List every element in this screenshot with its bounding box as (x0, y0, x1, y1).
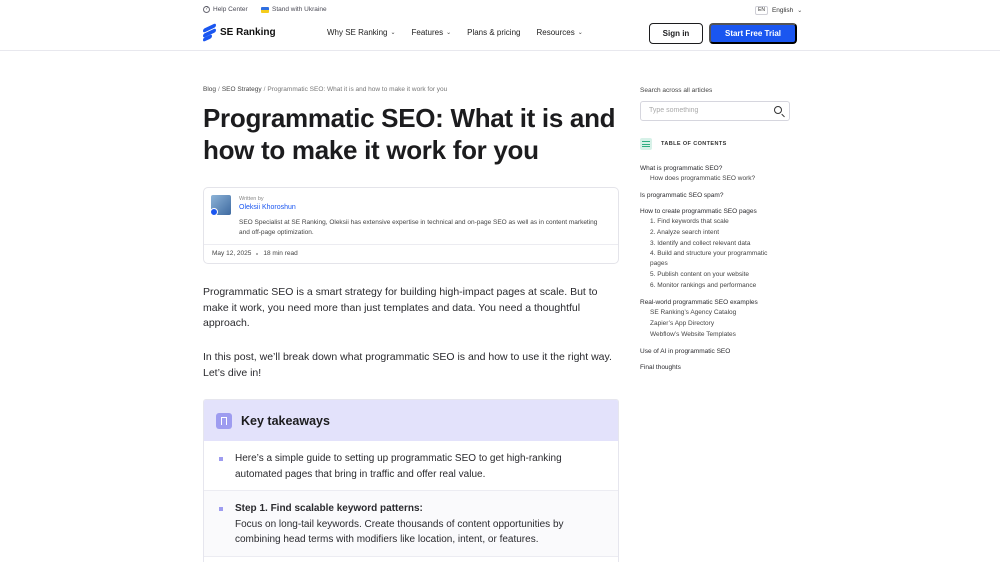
key-takeaways-box: Key takeaways Here’s a simple guide to s… (203, 399, 619, 562)
main-header: SE Ranking Why SE Ranking ⌄ Features ⌄ P… (0, 22, 1000, 51)
takeaway-item: Step 1. Find scalable keyword patterns: … (204, 491, 618, 557)
search-input[interactable] (649, 107, 769, 114)
takeaway-step-title: Step 1. Find scalable keyword patterns: (235, 503, 423, 514)
toc-subitem[interactable]: 2. Analyze search intent (640, 227, 795, 238)
chevron-down-icon: ⌄ (446, 30, 452, 36)
toc-subitem[interactable]: How does programmatic SEO work? (640, 173, 795, 184)
chevron-down-icon: ⌄ (577, 30, 583, 36)
nav-resources[interactable]: Resources ⌄ (536, 28, 582, 37)
nav-label: Plans & pricing (467, 28, 521, 37)
breadcrumb-category[interactable]: SEO Strategy (222, 86, 262, 93)
written-by-label: Written by (239, 196, 264, 202)
publish-date: May 12, 2025 (212, 250, 252, 257)
toc-header: TABLE OF CONTENTS (640, 138, 727, 150)
toc-subitem[interactable]: Webflow’s Website Templates (640, 329, 795, 340)
help-center-label: Help Center (213, 6, 248, 13)
nav-why-se-ranking[interactable]: Why SE Ranking ⌄ (327, 28, 396, 37)
author-bio: SEO Specialist at SE Ranking, Oleksii ha… (239, 219, 598, 236)
main-nav: Why SE Ranking ⌄ Features ⌄ Plans & pric… (327, 28, 583, 37)
help-icon: ? (203, 6, 210, 13)
toc-title: TABLE OF CONTENTS (661, 141, 727, 147)
stand-with-ukraine-link[interactable]: Stand with Ukraine (261, 6, 327, 13)
start-free-trial-button[interactable]: Start Free Trial (709, 23, 797, 44)
logo[interactable]: SE Ranking (203, 22, 276, 43)
toc-subitem[interactable]: Zapier’s App Directory (640, 318, 795, 329)
divider (204, 244, 618, 245)
toc-subitem[interactable]: 3. Identify and collect relevant data (640, 238, 795, 249)
nav-label: Why SE Ranking (327, 28, 388, 37)
toc-item[interactable]: How to create programmatic SEO pages (640, 207, 795, 216)
author-name-link[interactable]: Oleksii Khoroshun (239, 204, 296, 211)
sign-in-button[interactable]: Sign in (649, 23, 703, 44)
toc-item[interactable]: Is programmatic SEO spam? (640, 191, 795, 200)
chevron-down-icon: ⌄ (390, 30, 396, 36)
bookmark-icon (216, 412, 232, 429)
toc-subitem[interactable]: 4. Build and structure your programmatic… (640, 249, 795, 269)
help-center-link[interactable]: ? Help Center (203, 6, 248, 13)
list-icon (640, 138, 652, 150)
toc-subitem[interactable]: 1. Find keywords that scale (640, 216, 795, 227)
key-takeaways-title: Key takeaways (241, 413, 330, 428)
toc-subitem[interactable]: 6. Monitor rankings and performance (640, 280, 795, 291)
toc-item[interactable]: What is programmatic SEO? (640, 164, 795, 173)
article-meta: May 12, 2025 18 min read (212, 250, 298, 257)
bullet-icon (219, 507, 223, 511)
takeaway-item: Here’s a simple guide to setting up prog… (204, 441, 618, 491)
table-of-contents: What is programmatic SEO? How does progr… (640, 164, 795, 372)
takeaway-step-text: Focus on long-tail keywords. Create thou… (235, 518, 564, 546)
language-selector[interactable]: EN English ⌄ (755, 6, 802, 15)
toc-subitem[interactable]: 5. Publish content on your website (640, 269, 795, 280)
toc-item[interactable]: Real-world programmatic SEO examples (640, 298, 795, 307)
search-icon[interactable] (774, 106, 782, 114)
verified-badge-icon (210, 208, 218, 216)
page-title: Programmatic SEO: What it is and how to … (203, 103, 616, 165)
se-ranking-logo-icon (203, 22, 216, 43)
logo-text: SE Ranking (220, 27, 276, 38)
nav-features[interactable]: Features ⌄ (412, 28, 452, 37)
nav-label: Features (411, 28, 444, 37)
utility-bar: ? Help Center Stand with Ukraine EN Engl… (0, 0, 1000, 22)
nav-plans-pricing[interactable]: Plans & pricing (467, 28, 520, 37)
chevron-down-icon: ⌄ (797, 8, 803, 14)
toc-subitem[interactable]: SE Ranking’s Agency Catalog (640, 307, 795, 318)
key-takeaways-header: Key takeaways (204, 400, 618, 441)
author-card: Written by Oleksii Khoroshun SEO Special… (203, 187, 619, 264)
read-time: 18 min read (263, 250, 298, 257)
ukraine-label: Stand with Ukraine (272, 6, 327, 13)
toc-item[interactable]: Final thoughts (640, 363, 795, 372)
avatar[interactable] (210, 195, 231, 216)
nav-label: Resources (536, 28, 575, 37)
separator-dot (256, 252, 259, 255)
breadcrumb-current: Programmatic SEO: What it is and how to … (267, 86, 448, 93)
breadcrumb-blog[interactable]: Blog (203, 86, 216, 93)
toc-item[interactable]: Use of AI in programmatic SEO (640, 347, 795, 356)
language-code: EN (755, 6, 768, 15)
takeaway-intro: Here’s a simple guide to setting up prog… (235, 453, 562, 480)
search-label: Search across all articles (640, 87, 713, 94)
intro-paragraph-2: In this post, we’ll break down what prog… (203, 351, 612, 379)
bullet-icon (219, 457, 223, 461)
language-label: English (771, 7, 794, 14)
intro-paragraph: Programmatic SEO is a smart strategy for… (203, 286, 598, 329)
ukraine-flag-icon (261, 6, 269, 13)
search-box (640, 101, 790, 121)
breadcrumb: Blog / SEO Strategy / Programmatic SEO: What… (203, 86, 448, 93)
